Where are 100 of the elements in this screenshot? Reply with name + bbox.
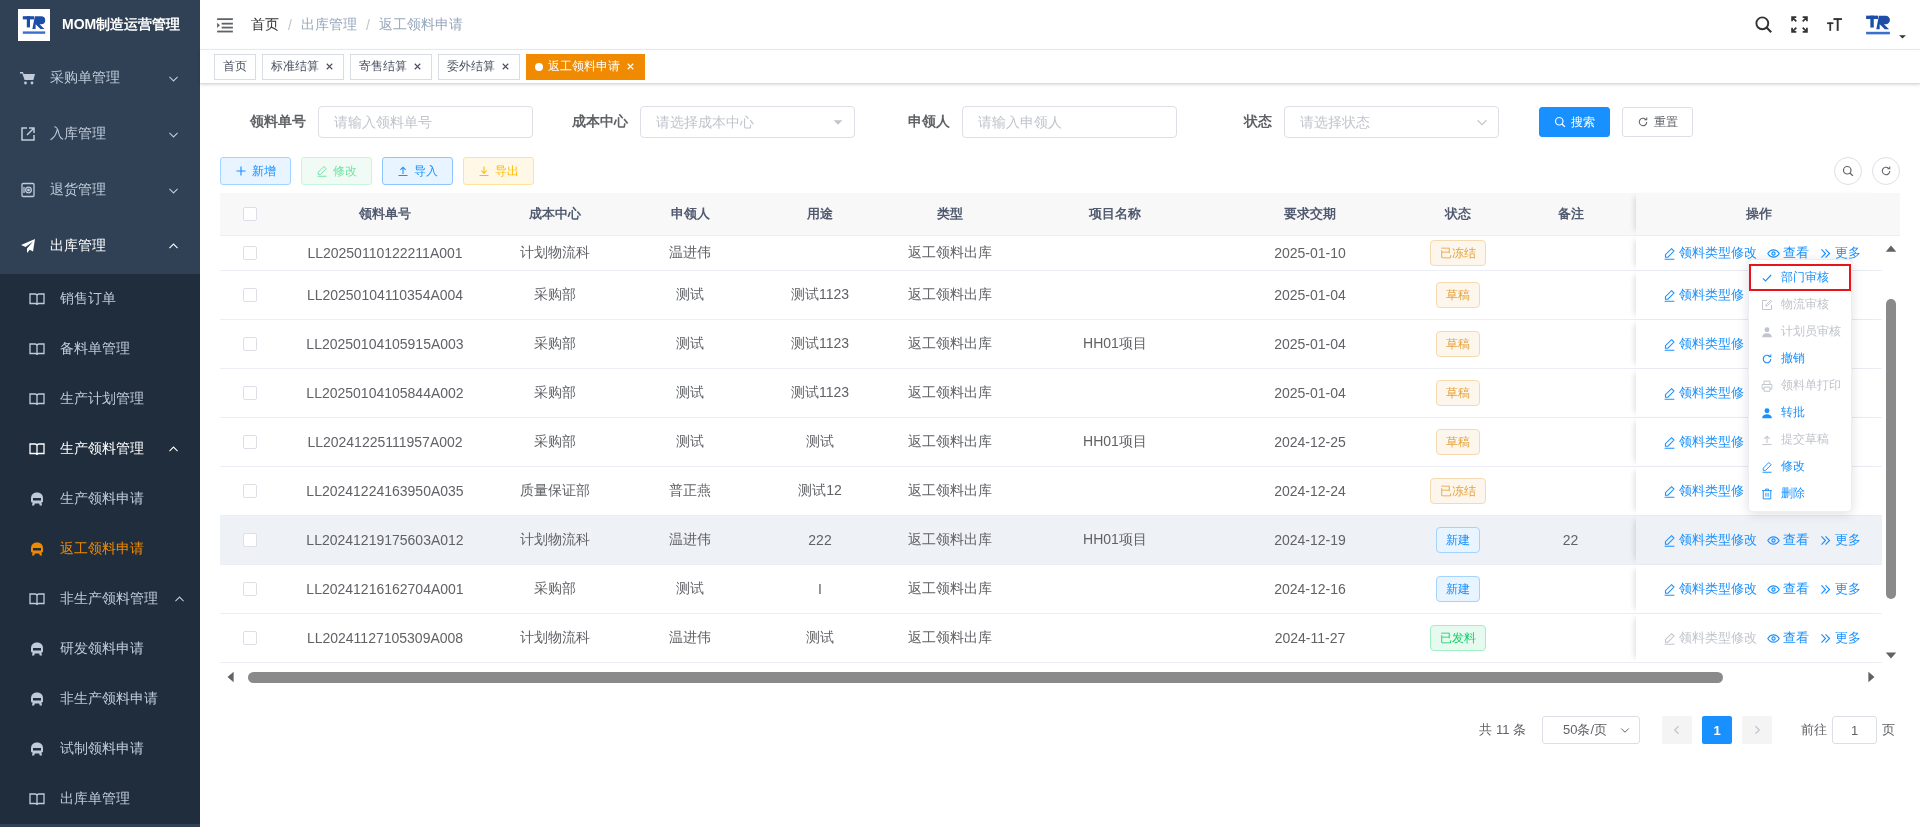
search-icon[interactable] [1754,15,1773,34]
table-cell: 测试 [676,286,704,304]
table-cell: 222 [808,532,832,548]
table-cell: 2024-12-24 [1274,483,1346,499]
action-link[interactable]: 查看 [1767,629,1809,647]
table-row[interactable]: LL20250110122211A001 计划物流科 温进伟 返工领料出库 2025-01-10 已冻结 领料类型修改 查看 更多 [220,236,1882,271]
page-input[interactable]: 1 [1832,716,1877,744]
page-button[interactable]: 1 [1702,716,1732,744]
menu-item[interactable]: 撤销 [1749,345,1851,372]
menu-icon[interactable] [216,15,234,34]
safe-icon [20,182,36,198]
sidebar-item[interactable]: 非生产领料管理 [0,574,200,624]
robot-icon [29,541,45,557]
action-link[interactable]: 领料类型修 [1663,433,1744,451]
sidebar-item[interactable]: 生产领料管理 [0,424,200,474]
close-icon[interactable] [324,61,335,72]
action-link[interactable]: 更多 [1819,531,1861,549]
checkbox[interactable] [243,207,257,221]
status-tag: 草稿 [1435,331,1480,357]
action-link[interactable]: 领料类型修 [1663,482,1744,500]
field-label: 成本中心 [571,113,629,131]
checkbox[interactable] [243,337,257,351]
action-link[interactable]: 更多 [1819,244,1861,262]
action-link[interactable]: 查看 [1767,244,1809,262]
app-title: MOM制造运营管理 [62,16,181,34]
action-link[interactable]: 更多 [1819,580,1861,598]
select-field[interactable]: 请选择状态 [1284,106,1499,138]
tab[interactable]: 返工领料申请 [526,53,645,80]
refresh-button[interactable] [1872,157,1900,185]
table-row[interactable]: LL20241216162704A001 采购部 测试 I 返工领料出库 2024-12-16 新建 领料类型修改 查看 更多 [220,565,1882,614]
checkbox[interactable] [243,435,257,449]
breadcrumb-item: 返工领料申请 [378,15,463,34]
action-link[interactable]: 领料类型修 [1663,286,1744,304]
breadcrumb-link[interactable]: 首页 [251,15,279,34]
checkbox[interactable] [243,533,257,547]
select-field[interactable]: 请选择成本中心 [640,106,855,138]
action-link[interactable]: 领料类型修 [1663,384,1744,402]
search-button[interactable]: 搜索 [1539,107,1610,137]
sidebar-item[interactable]: 返工领料申请 [0,524,200,574]
action-link[interactable]: 查看 [1767,531,1809,549]
table-cell: 测试1123 [790,384,850,402]
book-icon [29,791,45,807]
sidebar-item[interactable]: 退货管理 [0,162,200,218]
sidebar-item[interactable]: 出库管理 [0,218,200,274]
tab[interactable]: 首页 [214,53,256,80]
tab[interactable]: 委外结算 [438,53,520,80]
close-icon[interactable] [412,61,423,72]
field-label: 状态 [1242,113,1273,131]
book-icon [29,341,45,357]
table-cell: 计划物流科 [520,244,590,262]
goto-label: 前往 [1801,721,1827,739]
table-cell: 2025-01-10 [1274,245,1346,261]
cart-icon [20,70,36,86]
action-link[interactable]: 领料类型修 [1663,335,1744,353]
action-link[interactable]: 领料类型修改 [1663,531,1757,549]
table-cell: 返工领料出库 [908,433,992,451]
close-icon[interactable] [500,61,511,72]
fullscreen-icon[interactable] [1791,16,1808,33]
checkbox[interactable] [243,288,257,302]
sidebar-item[interactable]: 试制领料申请 [0,724,200,774]
reset-button[interactable]: 重置 [1622,107,1693,137]
import-button[interactable]: 导入 [382,157,453,185]
plus-icon [235,165,247,177]
page-size-select[interactable]: 50条/页 [1542,716,1640,744]
sidebar-item[interactable]: 出库单管理 [0,774,200,824]
status-tag: 已发料 [1429,625,1486,651]
sidebar-item[interactable]: 生产领料申请 [0,474,200,524]
pen-icon [1761,460,1773,473]
checkbox[interactable] [243,246,257,260]
checkbox[interactable] [243,386,257,400]
table-cell: HH01项目 [1083,335,1147,353]
sidebar-item[interactable]: 备料单管理 [0,324,200,374]
input-field[interactable]: 请输入申领人 [962,106,1177,138]
table-cell: 22 [1562,532,1579,548]
menu-item[interactable]: 部门审核 [1749,264,1851,291]
tab[interactable]: 标准结算 [262,53,344,80]
sidebar-item[interactable]: 销售订单 [0,274,200,324]
search-toggle-button[interactable] [1834,157,1862,185]
menu-item[interactable]: 删除 [1749,480,1851,507]
table-row[interactable]: LL20241219175603A012 计划物流科 温进伟 222 返工领料出库 HH01项目 2024-12-19 新建 22 领料类型修改 查看 更多 [220,516,1882,565]
checkbox[interactable] [243,582,257,596]
input-field[interactable]: 请输入领料单号 [318,106,533,138]
sidebar-item[interactable]: 生产计划管理 [0,374,200,424]
table-cell: 温进伟 [669,244,711,262]
checkbox[interactable] [243,631,257,645]
action-link[interactable]: 查看 [1767,580,1809,598]
sidebar-item[interactable]: 研发领料申请 [0,624,200,674]
checkbox[interactable] [243,484,257,498]
font-size-icon[interactable] [1826,16,1843,33]
sidebar-item[interactable]: 非生产领料申请 [0,674,200,724]
logo-icon [18,9,50,41]
sidebar-item[interactable]: 入库管理 [0,106,200,162]
sidebar-item[interactable]: 采购单管理 [0,50,200,106]
action-link[interactable]: 更多 [1819,629,1861,647]
action-link[interactable]: 领料类型修改 [1663,244,1757,262]
action-link[interactable]: 领料类型修改 [1663,580,1757,598]
pen-icon [1663,533,1676,547]
tab[interactable]: 寄售结算 [350,53,432,80]
add-button[interactable]: 新增 [220,157,291,185]
table-cell: 测试1123 [790,286,850,304]
